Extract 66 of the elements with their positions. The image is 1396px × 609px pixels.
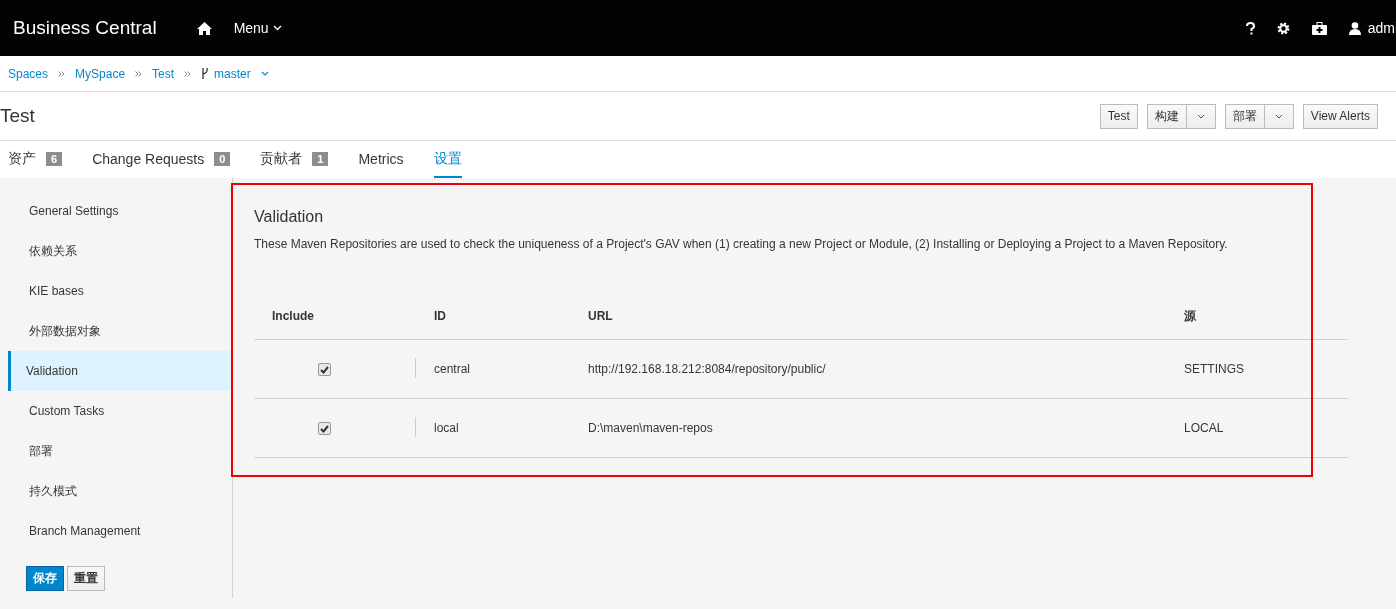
column-header: URL: [587, 293, 1183, 340]
tab[interactable]: 资产 6: [8, 141, 63, 178]
tab-label[interactable]: 资产: [8, 149, 36, 168]
tab-label[interactable]: Change Requests: [92, 150, 205, 167]
count-badge: 6: [46, 151, 63, 166]
breadcrumb-link[interactable]: MySpace: [75, 66, 126, 81]
count-badge: 1: [312, 151, 329, 166]
count-badge: 0: [214, 151, 231, 166]
sidebar-item[interactable]: General Settings: [0, 191, 232, 231]
dropdown-toggle[interactable]: [1264, 103, 1294, 129]
toolbar-button[interactable]: View Alerts: [1302, 103, 1378, 129]
briefcase-icon[interactable]: [1311, 21, 1327, 35]
tab[interactable]: 设置: [433, 141, 462, 178]
sidebar-item[interactable]: 部署: [0, 431, 232, 471]
toolbar-button[interactable]: 构建: [1146, 103, 1187, 129]
tab[interactable]: 贡献者 1: [260, 141, 329, 178]
table-cell: http://192.168.18.212:8084/repository/public/: [588, 362, 826, 376]
sidebar-item[interactable]: Branch Management: [0, 511, 232, 551]
app-title: Business Central: [13, 17, 157, 39]
tab-label[interactable]: 贡献者: [260, 149, 303, 168]
column-header: ID: [433, 293, 587, 340]
menu-dropdown[interactable]: Menu: [233, 20, 282, 36]
sidebar-item[interactable]: 外部数据对象: [0, 311, 232, 351]
tab[interactable]: Change Requests 0: [92, 141, 231, 178]
table-cell: central: [434, 362, 471, 376]
caret-icon: [1274, 113, 1283, 119]
sidebar-item[interactable]: Validation: [8, 351, 232, 391]
sidebar-item[interactable]: KIE bases: [0, 271, 232, 311]
toolbar-button[interactable]: 部署: [1224, 103, 1265, 129]
user-name[interactable]: admi: [1367, 20, 1396, 36]
home-icon[interactable]: [196, 21, 212, 35]
table-cell: D:\maven\maven-repos: [588, 421, 713, 435]
toolbar-button[interactable]: Test: [1099, 103, 1138, 129]
user-icon: [1348, 21, 1361, 35]
user-menu[interactable]: admi: [1348, 20, 1396, 36]
column-header: Include: [254, 293, 433, 340]
table-cell: local: [434, 421, 459, 435]
table-cell: SETTINGS: [1184, 362, 1244, 376]
sidebar-item[interactable]: 持久模式: [0, 471, 232, 511]
sidebar-item[interactable]: Custom Tasks: [0, 391, 232, 431]
caret-icon: [1196, 113, 1205, 119]
section-title: Validation: [254, 208, 325, 226]
tab[interactable]: Metrics: [358, 141, 404, 178]
reset-button[interactable]: 重置: [67, 566, 105, 591]
help-icon[interactable]: [1245, 21, 1255, 35]
breadcrumb-link[interactable]: master: [214, 66, 251, 81]
chevron-separator-icon: [58, 70, 66, 77]
tab-label[interactable]: 设置: [433, 149, 462, 168]
save-button[interactable]: 保存: [26, 566, 64, 591]
sidebar-item[interactable]: 依赖关系: [0, 231, 232, 271]
branch-icon: [201, 68, 210, 79]
section-description: These Maven Repositories are used to check the uniqueness of a Project's GAV when (1) creating a new Project or Module, (2) Installing or Deploying a Project to a Maven Repository.: [254, 237, 1229, 251]
project-title: Test: [0, 105, 35, 127]
caret-icon: [272, 25, 282, 31]
column-header: 源: [1183, 293, 1348, 340]
breadcrumb-link[interactable]: Spaces: [8, 66, 49, 81]
chevron-separator-icon: [135, 70, 143, 77]
include-checkbox[interactable]: [318, 363, 331, 377]
table-cell: LOCAL: [1184, 421, 1224, 435]
settings-icon[interactable]: [1276, 21, 1290, 35]
tab-label[interactable]: Metrics: [358, 150, 404, 167]
breadcrumb-link[interactable]: Test: [152, 66, 175, 81]
dropdown-toggle[interactable]: [1186, 103, 1216, 129]
chevron-separator-icon: [184, 70, 192, 77]
include-checkbox[interactable]: [318, 422, 331, 436]
caret-icon[interactable]: [260, 71, 269, 76]
